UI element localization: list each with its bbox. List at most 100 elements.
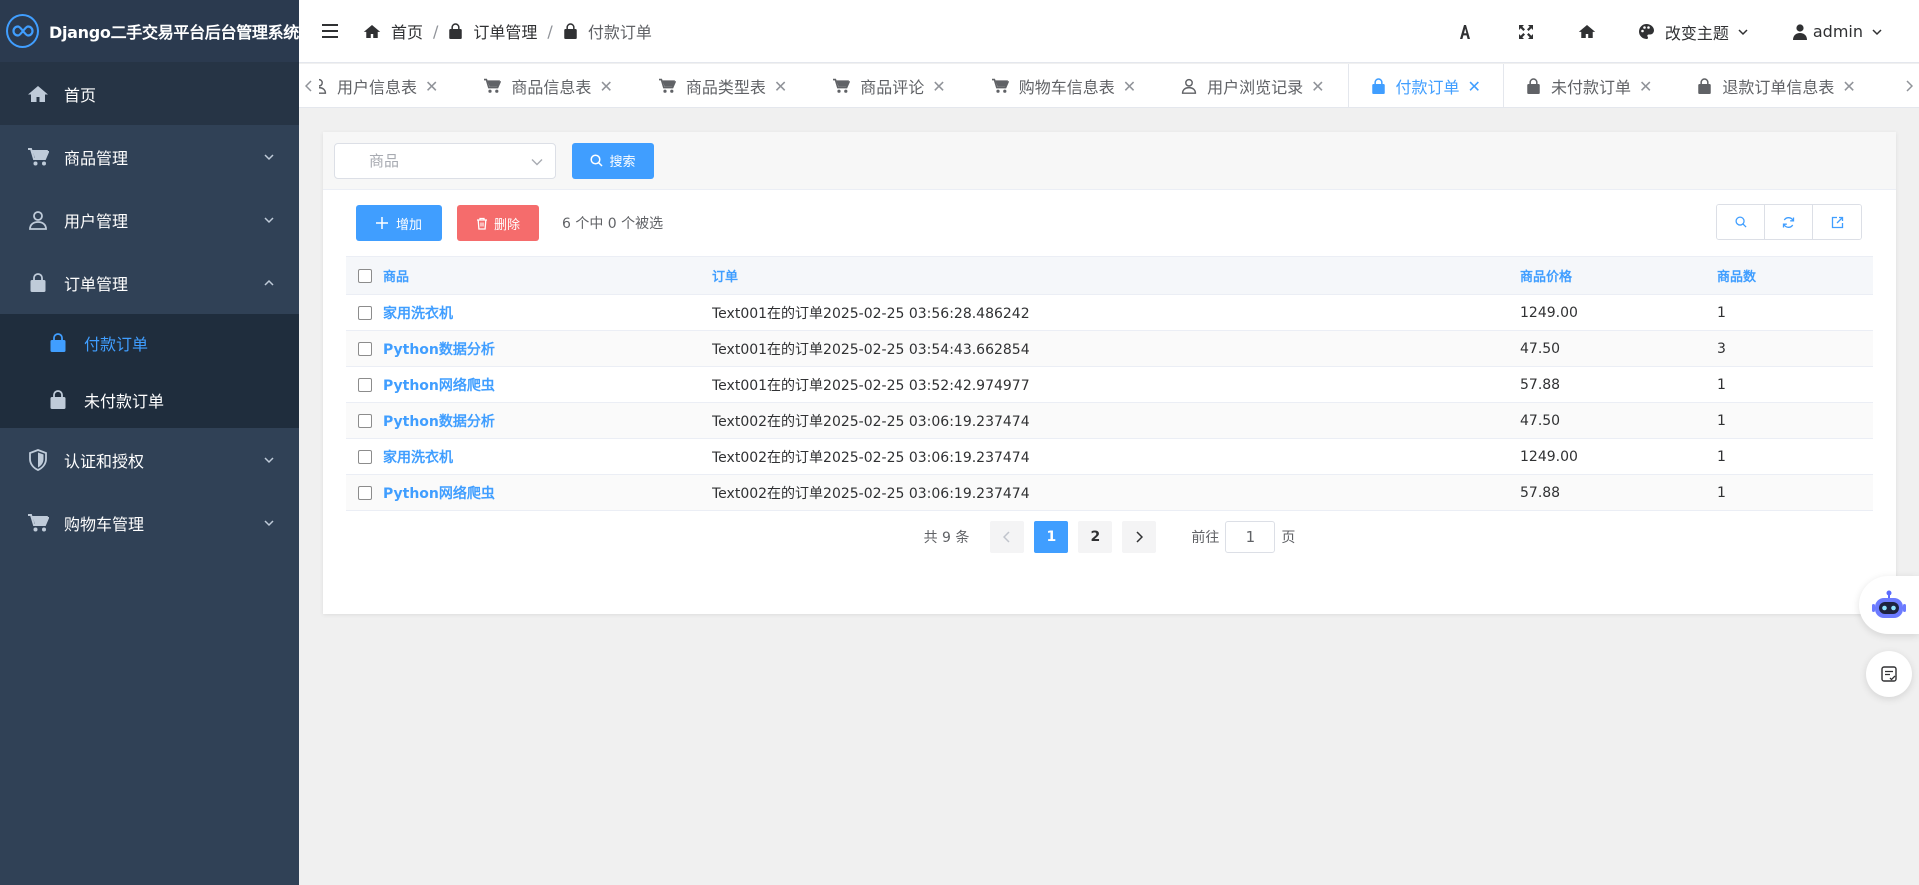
search-label: 搜索 bbox=[609, 155, 636, 170]
shopping-bag-icon bbox=[48, 332, 68, 353]
page-input[interactable]: 1 bbox=[1225, 521, 1276, 553]
notes-button[interactable] bbox=[1866, 651, 1912, 697]
row-checkbox[interactable] bbox=[357, 485, 372, 500]
sidebar-label: 商品管理 bbox=[64, 148, 129, 168]
goods-select[interactable]: 商品 bbox=[334, 142, 556, 179]
change-theme-dropdown[interactable]: 改变主题 bbox=[1618, 0, 1777, 63]
app-title: Django二手交易平台后台管理系统 bbox=[49, 23, 299, 42]
order-cell: Text002在的订单2025-02-25 03:06:19.237474 bbox=[712, 485, 1030, 502]
page-2-button[interactable]: 2 bbox=[1078, 521, 1113, 553]
user-icon bbox=[1181, 78, 1197, 94]
export-button[interactable] bbox=[1813, 205, 1861, 239]
select-all-checkbox[interactable] bbox=[357, 268, 372, 283]
font-size-icon[interactable] bbox=[1435, 0, 1496, 63]
shopping-bag-icon bbox=[1526, 77, 1541, 95]
row-checkbox[interactable] bbox=[357, 341, 372, 356]
row-checkbox[interactable] bbox=[357, 449, 372, 464]
goods-link[interactable]: Python数据分析 bbox=[383, 414, 495, 430]
column-header-goods[interactable]: 商品 bbox=[383, 266, 712, 285]
order-cell: Text001在的订单2025-02-25 03:54:43.662854 bbox=[712, 341, 1030, 358]
close-icon[interactable]: ✕ bbox=[1468, 77, 1481, 96]
column-header-qty[interactable]: 商品数 bbox=[1717, 266, 1873, 285]
price-cell: 57.88 bbox=[1520, 376, 1561, 393]
close-icon[interactable]: ✕ bbox=[1639, 77, 1652, 96]
row-checkbox[interactable] bbox=[357, 305, 372, 320]
next-page-button[interactable] bbox=[1122, 521, 1157, 553]
hamburger-menu-icon[interactable] bbox=[299, 0, 363, 63]
sidebar-item-goods-mgmt[interactable]: 商品管理 bbox=[0, 125, 299, 188]
goods-cell: 家用洗衣机 bbox=[383, 303, 712, 323]
fullscreen-icon[interactable] bbox=[1496, 0, 1557, 63]
infinity-logo-icon bbox=[6, 14, 39, 48]
sidebar-item-paid-orders[interactable]: 付款订单 bbox=[0, 314, 299, 371]
username: admin bbox=[1812, 22, 1863, 41]
close-icon[interactable]: ✕ bbox=[1842, 77, 1855, 96]
sidebar-item-order-mgmt[interactable]: 订单管理 bbox=[0, 251, 299, 314]
add-button[interactable]: 增加 bbox=[356, 205, 442, 241]
sidebar-item-unpaid-orders[interactable]: 未付款订单 bbox=[0, 371, 299, 428]
prev-page-button[interactable] bbox=[990, 521, 1025, 553]
goods-link[interactable]: Python网络爬虫 bbox=[383, 378, 495, 394]
shopping-bag-icon bbox=[26, 271, 50, 295]
sidebar-item-home[interactable]: 首页 bbox=[0, 62, 299, 125]
user-dropdown[interactable]: admin bbox=[1777, 0, 1919, 63]
tab-paid-orders[interactable]: 付款订单 ✕ bbox=[1347, 64, 1504, 107]
tabs-scroll-left-icon[interactable] bbox=[299, 64, 319, 107]
close-icon[interactable]: ✕ bbox=[599, 77, 612, 96]
order-cell: Text001在的订单2025-02-25 03:52:42.974977 bbox=[712, 377, 1030, 394]
page-1-button[interactable]: 1 bbox=[1034, 521, 1069, 553]
chevron-down-icon bbox=[1737, 26, 1749, 38]
tab-browse-history[interactable]: 用户浏览记录 ✕ bbox=[1159, 64, 1347, 107]
toggle-search-button[interactable] bbox=[1717, 205, 1765, 239]
breadcrumb-order-mgmt[interactable]: 订单管理 bbox=[448, 19, 537, 43]
tab-label: 退款订单信息表 bbox=[1722, 78, 1835, 97]
cart-icon bbox=[26, 145, 50, 169]
tabs-bar: 用户信息表 ✕ 商品信息表 ✕ 商品类型表 ✕ 商品评论 ✕ 购物车信息表 ✕ … bbox=[299, 64, 1919, 108]
tab-label: 商品信息表 bbox=[511, 78, 592, 97]
close-icon[interactable]: ✕ bbox=[1311, 77, 1324, 96]
sidebar-label: 付款订单 bbox=[84, 334, 149, 354]
orders-table: 商品 订单 商品价格 商品数 家用洗衣机 Text001在的订单2025-02-… bbox=[346, 256, 1873, 511]
close-icon[interactable]: ✕ bbox=[1123, 77, 1136, 96]
breadcrumb-home[interactable]: 首页 bbox=[363, 19, 423, 43]
close-icon[interactable]: ✕ bbox=[774, 77, 787, 96]
column-header-price[interactable]: 商品价格 bbox=[1520, 266, 1717, 285]
row-checkbox[interactable] bbox=[357, 377, 372, 392]
search-icon bbox=[1734, 216, 1747, 228]
sidebar-item-user-mgmt[interactable]: 用户管理 bbox=[0, 188, 299, 251]
delete-button[interactable]: 删除 bbox=[457, 205, 539, 241]
ai-assistant-button[interactable] bbox=[1859, 576, 1919, 634]
table-row: Python数据分析 Text001在的订单2025-02-25 03:54:4… bbox=[346, 331, 1873, 367]
home-icon[interactable] bbox=[1557, 0, 1618, 63]
chevron-right-icon bbox=[1135, 531, 1144, 543]
column-header-order[interactable]: 订单 bbox=[712, 266, 1520, 285]
shopping-bag-icon bbox=[1371, 77, 1386, 95]
tab-label: 商品评论 bbox=[860, 78, 925, 97]
tab-unpaid-orders[interactable]: 未付款订单 ✕ bbox=[1504, 64, 1675, 107]
row-checkbox[interactable] bbox=[357, 413, 372, 428]
cart-icon bbox=[26, 511, 50, 535]
goods-link[interactable]: Python网络爬虫 bbox=[383, 486, 495, 502]
goods-link[interactable]: 家用洗衣机 bbox=[383, 450, 453, 466]
logo[interactable]: Django二手交易平台后台管理系统 bbox=[0, 0, 299, 62]
export-icon bbox=[1831, 216, 1844, 229]
robot-icon bbox=[1871, 589, 1907, 621]
tab-user-info[interactable]: 用户信息表 ✕ bbox=[319, 64, 461, 107]
goods-link[interactable]: 家用洗衣机 bbox=[383, 306, 453, 322]
tab-refund-orders[interactable]: 退款订单信息表 ✕ bbox=[1675, 64, 1878, 107]
table-header: 商品 订单 商品价格 商品数 bbox=[346, 256, 1873, 295]
tab-cart-info[interactable]: 购物车信息表 ✕ bbox=[969, 64, 1159, 107]
goods-link[interactable]: Python数据分析 bbox=[383, 342, 495, 358]
user-icon bbox=[1792, 23, 1807, 40]
search-button[interactable]: 搜索 bbox=[572, 142, 654, 179]
tabs-scroll-right-icon[interactable] bbox=[1899, 64, 1919, 107]
tab-goods-info[interactable]: 商品信息表 ✕ bbox=[461, 64, 635, 107]
sidebar-item-auth[interactable]: 认证和授权 bbox=[0, 428, 299, 491]
tab-goods-type[interactable]: 商品类型表 ✕ bbox=[636, 64, 810, 107]
close-icon[interactable]: ✕ bbox=[425, 77, 438, 96]
refresh-button[interactable] bbox=[1765, 205, 1813, 239]
close-icon[interactable]: ✕ bbox=[932, 77, 945, 96]
shopping-bag-icon bbox=[48, 389, 68, 410]
sidebar-item-cart-mgmt[interactable]: 购物车管理 bbox=[0, 491, 299, 554]
tab-goods-comments[interactable]: 商品评论 ✕ bbox=[810, 64, 968, 107]
